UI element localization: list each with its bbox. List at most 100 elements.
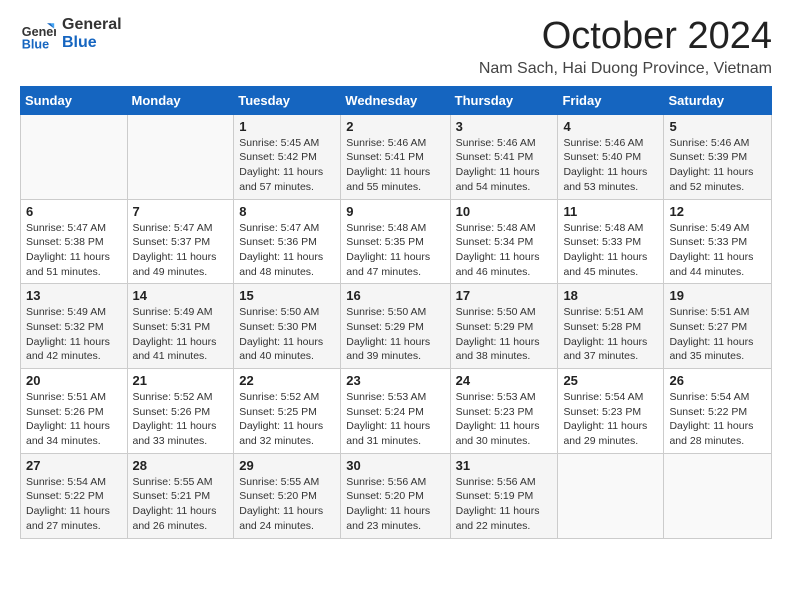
day-detail: Sunrise: 5:55 AMSunset: 5:20 PMDaylight:…: [239, 475, 335, 534]
calendar-cell: [664, 453, 772, 538]
calendar-week-5: 27Sunrise: 5:54 AMSunset: 5:22 PMDayligh…: [21, 453, 772, 538]
day-number: 4: [563, 119, 658, 134]
calendar-cell: 10 Sunrise: 5:48 AMSunset: 5:34 PMDayligh…: [450, 199, 558, 284]
page-header: General Blue General Blue October 2024 N…: [20, 16, 772, 78]
calendar-week-4: 20 Sunrise: 5:51 AMSunset: 5:26 PMDayligh…: [21, 369, 772, 454]
day-detail: Sunrise: 5:51 AMSunset: 5:27 PMDaylight:…: [669, 305, 766, 364]
day-detail: Sunrise: 5:45 AMSunset: 5:42 PMDaylight:…: [239, 136, 335, 195]
calendar-week-1: 1 Sunrise: 5:45 AMSunset: 5:42 PMDaylight…: [21, 114, 772, 199]
calendar-cell: 18 Sunrise: 5:51 AMSunset: 5:28 PMDayligh…: [558, 284, 664, 369]
day-number: 21: [133, 373, 229, 388]
day-detail: Sunrise: 5:46 AMSunset: 5:41 PMDaylight:…: [346, 136, 444, 195]
day-number: 30: [346, 458, 444, 473]
calendar-cell: 4 Sunrise: 5:46 AMSunset: 5:40 PMDaylight…: [558, 114, 664, 199]
calendar-cell: 12 Sunrise: 5:49 AMSunset: 5:33 PMDayligh…: [664, 199, 772, 284]
logo-icon: General Blue: [20, 16, 56, 52]
calendar-table: SundayMondayTuesdayWednesdayThursdayFrid…: [20, 86, 772, 539]
month-title: October 2024: [479, 16, 772, 58]
day-detail: Sunrise: 5:50 AMSunset: 5:30 PMDaylight:…: [239, 305, 335, 364]
day-number: 25: [563, 373, 658, 388]
day-detail: Sunrise: 5:48 AMSunset: 5:35 PMDaylight:…: [346, 221, 444, 280]
logo-line2: Blue: [62, 34, 122, 52]
day-number: 31: [456, 458, 553, 473]
calendar-week-2: 6Sunrise: 5:47 AMSunset: 5:38 PMDaylight…: [21, 199, 772, 284]
day-number: 18: [563, 288, 658, 303]
calendar-cell: 2 Sunrise: 5:46 AMSunset: 5:41 PMDaylight…: [341, 114, 450, 199]
calendar-header-row: SundayMondayTuesdayWednesdayThursdayFrid…: [21, 86, 772, 114]
calendar-cell: 1 Sunrise: 5:45 AMSunset: 5:42 PMDaylight…: [234, 114, 341, 199]
day-number: 7: [133, 204, 229, 219]
calendar-cell: 5Sunrise: 5:46 AMSunset: 5:39 PMDaylight…: [664, 114, 772, 199]
day-detail: Sunrise: 5:55 AMSunset: 5:21 PMDaylight:…: [133, 475, 229, 534]
day-number: 8: [239, 204, 335, 219]
title-block: October 2024 Nam Sach, Hai Duong Provinc…: [479, 16, 772, 78]
calendar-cell: 31 Sunrise: 5:56 AMSunset: 5:19 PMDayligh…: [450, 453, 558, 538]
calendar-cell: 15 Sunrise: 5:50 AMSunset: 5:30 PMDayligh…: [234, 284, 341, 369]
calendar-cell: 20 Sunrise: 5:51 AMSunset: 5:26 PMDayligh…: [21, 369, 128, 454]
day-detail: Sunrise: 5:50 AMSunset: 5:29 PMDaylight:…: [346, 305, 444, 364]
day-detail: Sunrise: 5:51 AMSunset: 5:26 PMDaylight:…: [26, 390, 122, 449]
day-number: 28: [133, 458, 229, 473]
day-detail: Sunrise: 5:47 AMSunset: 5:36 PMDaylight:…: [239, 221, 335, 280]
day-detail: Sunrise: 5:54 AMSunset: 5:23 PMDaylight:…: [563, 390, 658, 449]
day-number: 1: [239, 119, 335, 134]
day-number: 9: [346, 204, 444, 219]
calendar-cell: [127, 114, 234, 199]
day-number: 10: [456, 204, 553, 219]
calendar-cell: 17Sunrise: 5:50 AMSunset: 5:29 PMDayligh…: [450, 284, 558, 369]
logo-line1: General: [62, 16, 122, 34]
logo: General Blue General Blue: [20, 16, 122, 52]
day-number: 20: [26, 373, 122, 388]
calendar-cell: 25 Sunrise: 5:54 AMSunset: 5:23 PMDayligh…: [558, 369, 664, 454]
calendar-cell: 21 Sunrise: 5:52 AMSunset: 5:26 PMDayligh…: [127, 369, 234, 454]
day-detail: Sunrise: 5:47 AMSunset: 5:38 PMDaylight:…: [26, 221, 122, 280]
day-detail: Sunrise: 5:54 AMSunset: 5:22 PMDaylight:…: [26, 475, 122, 534]
calendar-week-3: 13 Sunrise: 5:49 AMSunset: 5:32 PMDayligh…: [21, 284, 772, 369]
day-number: 14: [133, 288, 229, 303]
day-number: 23: [346, 373, 444, 388]
day-detail: Sunrise: 5:47 AMSunset: 5:37 PMDaylight:…: [133, 221, 229, 280]
location-subtitle: Nam Sach, Hai Duong Province, Vietnam: [479, 60, 772, 78]
day-number: 11: [563, 204, 658, 219]
calendar-cell: [21, 114, 128, 199]
header-monday: Monday: [127, 86, 234, 114]
calendar-cell: 13 Sunrise: 5:49 AMSunset: 5:32 PMDayligh…: [21, 284, 128, 369]
day-number: 13: [26, 288, 122, 303]
day-detail: Sunrise: 5:48 AMSunset: 5:33 PMDaylight:…: [563, 221, 658, 280]
day-detail: Sunrise: 5:52 AMSunset: 5:26 PMDaylight:…: [133, 390, 229, 449]
day-number: 12: [669, 204, 766, 219]
day-detail: Sunrise: 5:53 AMSunset: 5:23 PMDaylight:…: [456, 390, 553, 449]
calendar-cell: 11 Sunrise: 5:48 AMSunset: 5:33 PMDayligh…: [558, 199, 664, 284]
day-detail: Sunrise: 5:48 AMSunset: 5:34 PMDaylight:…: [456, 221, 553, 280]
svg-text:Blue: Blue: [22, 37, 49, 51]
calendar-cell: [558, 453, 664, 538]
calendar-cell: 23 Sunrise: 5:53 AMSunset: 5:24 PMDayligh…: [341, 369, 450, 454]
day-number: 29: [239, 458, 335, 473]
day-number: 22: [239, 373, 335, 388]
day-number: 15: [239, 288, 335, 303]
day-detail: Sunrise: 5:46 AMSunset: 5:40 PMDaylight:…: [563, 136, 658, 195]
day-number: 26: [669, 373, 766, 388]
day-number: 16: [346, 288, 444, 303]
day-number: 3: [456, 119, 553, 134]
calendar-cell: 16 Sunrise: 5:50 AMSunset: 5:29 PMDayligh…: [341, 284, 450, 369]
day-detail: Sunrise: 5:56 AMSunset: 5:19 PMDaylight:…: [456, 475, 553, 534]
calendar-cell: 30Sunrise: 5:56 AMSunset: 5:20 PMDayligh…: [341, 453, 450, 538]
day-detail: Sunrise: 5:49 AMSunset: 5:33 PMDaylight:…: [669, 221, 766, 280]
day-detail: Sunrise: 5:53 AMSunset: 5:24 PMDaylight:…: [346, 390, 444, 449]
calendar-cell: 6Sunrise: 5:47 AMSunset: 5:38 PMDaylight…: [21, 199, 128, 284]
calendar-cell: 24Sunrise: 5:53 AMSunset: 5:23 PMDayligh…: [450, 369, 558, 454]
day-number: 19: [669, 288, 766, 303]
day-detail: Sunrise: 5:49 AMSunset: 5:31 PMDaylight:…: [133, 305, 229, 364]
calendar-cell: 8 Sunrise: 5:47 AMSunset: 5:36 PMDaylight…: [234, 199, 341, 284]
calendar-cell: 22 Sunrise: 5:52 AMSunset: 5:25 PMDayligh…: [234, 369, 341, 454]
day-detail: Sunrise: 5:52 AMSunset: 5:25 PMDaylight:…: [239, 390, 335, 449]
day-detail: Sunrise: 5:49 AMSunset: 5:32 PMDaylight:…: [26, 305, 122, 364]
day-detail: Sunrise: 5:50 AMSunset: 5:29 PMDaylight:…: [456, 305, 553, 364]
calendar-cell: 29 Sunrise: 5:55 AMSunset: 5:20 PMDayligh…: [234, 453, 341, 538]
header-wednesday: Wednesday: [341, 86, 450, 114]
day-detail: Sunrise: 5:46 AMSunset: 5:39 PMDaylight:…: [669, 136, 766, 195]
day-detail: Sunrise: 5:51 AMSunset: 5:28 PMDaylight:…: [563, 305, 658, 364]
header-friday: Friday: [558, 86, 664, 114]
day-number: 2: [346, 119, 444, 134]
